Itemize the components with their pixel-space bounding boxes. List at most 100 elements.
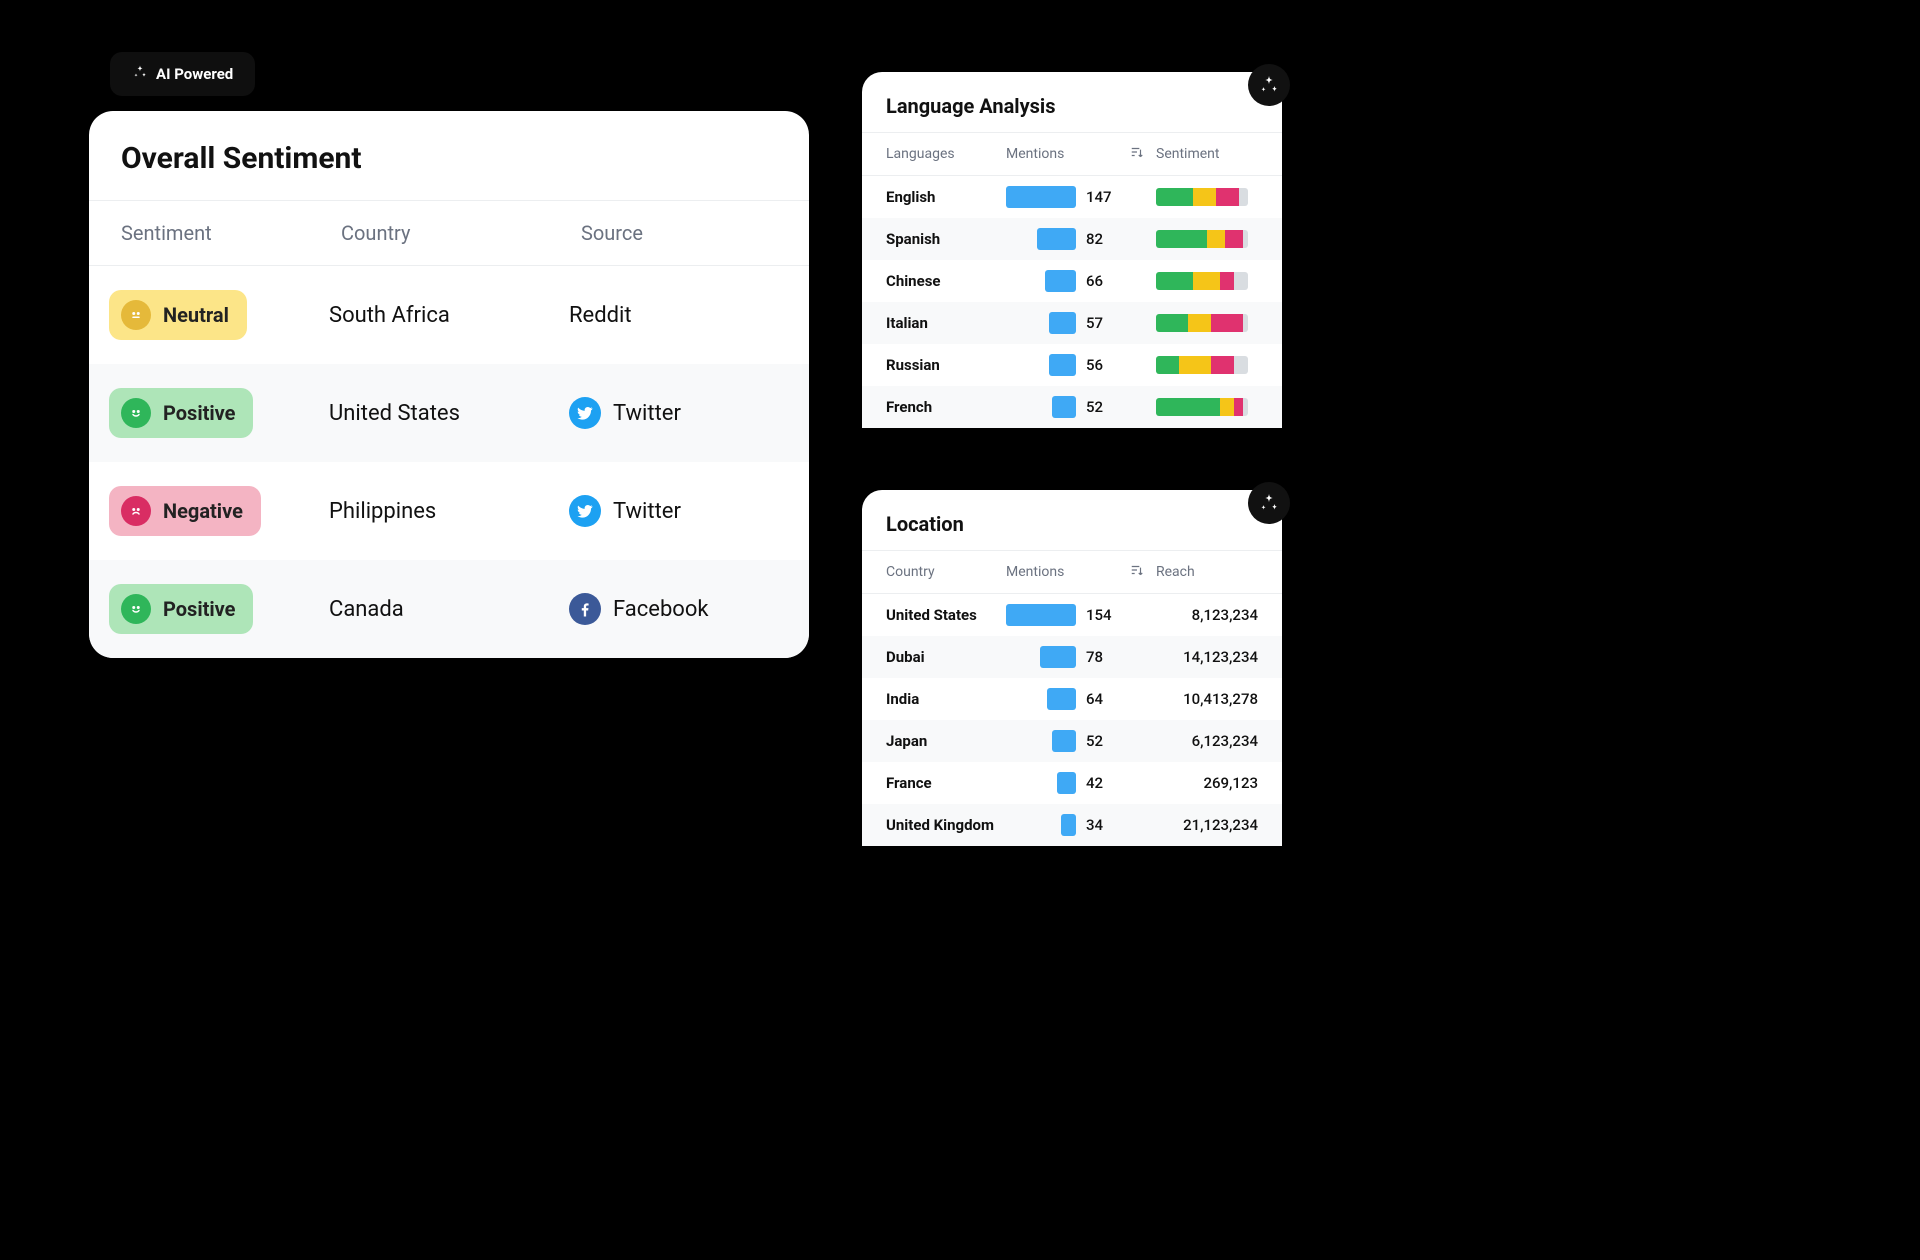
- table-row[interactable]: Italian57: [862, 302, 1282, 344]
- reach-cell: 10,413,278: [1156, 690, 1258, 708]
- overall-sentiment-title: Overall Sentiment: [89, 111, 809, 200]
- source-cell: Twitter: [569, 495, 789, 527]
- language-analysis-card: Language Analysis Languages Mentions Sen…: [862, 72, 1282, 428]
- mentions-cell: 56: [1006, 354, 1156, 376]
- table-row[interactable]: Chinese66: [862, 260, 1282, 302]
- reach-cell: 6,123,234: [1156, 732, 1258, 750]
- sort-icon: [1130, 563, 1144, 581]
- mentions-cell: 52: [1006, 396, 1156, 418]
- table-row[interactable]: France42269,123: [862, 762, 1282, 804]
- country-name: India: [886, 690, 1006, 708]
- sparkle-icon: [132, 64, 148, 84]
- facebook-icon: [569, 593, 601, 625]
- table-row[interactable]: Positive United States Twitter: [89, 364, 809, 462]
- mentions-cell: 52: [1006, 730, 1156, 752]
- source-label: Twitter: [613, 401, 681, 426]
- mentions-cell: 154: [1006, 604, 1156, 626]
- mentions-cell: 42: [1006, 772, 1156, 794]
- header-reach[interactable]: Reach: [1156, 564, 1258, 580]
- ai-powered-label: AI Powered: [156, 65, 233, 83]
- country-name: France: [886, 774, 1006, 792]
- table-row[interactable]: Spanish82: [862, 218, 1282, 260]
- table-row[interactable]: Japan526,123,234: [862, 720, 1282, 762]
- sentiment-bar: [1156, 272, 1248, 290]
- country-cell: Canada: [329, 597, 569, 622]
- sentiment-bar: [1156, 230, 1248, 248]
- mentions-cell: 147: [1006, 186, 1156, 208]
- reach-cell: 14,123,234: [1156, 648, 1258, 666]
- mentions-cell: 66: [1006, 270, 1156, 292]
- table-row[interactable]: United States1548,123,234: [862, 594, 1282, 636]
- table-row[interactable]: Positive Canada Facebook: [89, 560, 809, 658]
- language-name: Italian: [886, 314, 1006, 332]
- sentiment-label: Positive: [163, 597, 235, 621]
- face-neutral-icon: [121, 300, 151, 330]
- source-label: Facebook: [613, 597, 709, 622]
- twitter-icon: [569, 397, 601, 429]
- location-header-row: Country Mentions Reach: [862, 550, 1282, 594]
- header-mentions[interactable]: Mentions: [1006, 145, 1156, 163]
- sentiment-bar: [1156, 188, 1248, 206]
- table-row[interactable]: Russian56: [862, 344, 1282, 386]
- mentions-cell: 78: [1006, 646, 1156, 668]
- sentiment-bar: [1156, 398, 1248, 416]
- sentiment-pill: Neutral: [109, 290, 247, 340]
- country-cell: South Africa: [329, 303, 569, 328]
- header-languages[interactable]: Languages: [886, 146, 1006, 162]
- reach-cell: 21,123,234: [1156, 816, 1258, 834]
- face-negative-icon: [121, 496, 151, 526]
- sparkle-icon: [1248, 64, 1290, 106]
- overall-header-row: Sentiment Country Source: [89, 200, 809, 266]
- source-label: Reddit: [569, 303, 632, 328]
- language-name: Russian: [886, 356, 1006, 374]
- mentions-cell: 82: [1006, 228, 1156, 250]
- sentiment-pill: Positive: [109, 388, 253, 438]
- sentiment-bar: [1156, 314, 1248, 332]
- source-cell: Facebook: [569, 593, 789, 625]
- sentiment-label: Positive: [163, 401, 235, 425]
- table-row[interactable]: English147: [862, 176, 1282, 218]
- source-cell: Twitter: [569, 397, 789, 429]
- sentiment-pill: Positive: [109, 584, 253, 634]
- source-label: Twitter: [613, 499, 681, 524]
- reach-cell: 8,123,234: [1156, 606, 1258, 624]
- table-row[interactable]: French52: [862, 386, 1282, 428]
- language-name: Chinese: [886, 272, 1006, 290]
- country-cell: United States: [329, 401, 569, 426]
- table-row[interactable]: India6410,413,278: [862, 678, 1282, 720]
- header-sentiment[interactable]: Sentiment: [1156, 146, 1258, 162]
- header-source[interactable]: Source: [581, 221, 777, 245]
- mentions-cell: 34: [1006, 814, 1156, 836]
- country-cell: Philippines: [329, 499, 569, 524]
- source-cell: Reddit: [569, 303, 789, 328]
- location-card: Location Country Mentions Reach United S…: [862, 490, 1282, 846]
- header-country[interactable]: Country: [886, 564, 1006, 580]
- mentions-cell: 64: [1006, 688, 1156, 710]
- country-name: United States: [886, 606, 1006, 624]
- sentiment-label: Negative: [163, 499, 243, 523]
- table-row[interactable]: Dubai7814,123,234: [862, 636, 1282, 678]
- language-name: Spanish: [886, 230, 1006, 248]
- sentiment-bar: [1156, 356, 1248, 374]
- table-row[interactable]: United Kingdom3421,123,234: [862, 804, 1282, 846]
- sparkle-icon: [1248, 482, 1290, 524]
- header-mentions[interactable]: Mentions: [1006, 563, 1156, 581]
- country-name: United Kingdom: [886, 816, 1006, 834]
- header-sentiment[interactable]: Sentiment: [121, 221, 341, 245]
- mentions-cell: 57: [1006, 312, 1156, 334]
- overall-sentiment-card: Overall Sentiment Sentiment Country Sour…: [89, 111, 809, 658]
- language-analysis-title: Language Analysis: [862, 72, 1282, 132]
- table-row[interactable]: Negative Philippines Twitter: [89, 462, 809, 560]
- ai-powered-badge: AI Powered: [110, 52, 255, 96]
- face-positive-icon: [121, 398, 151, 428]
- twitter-icon: [569, 495, 601, 527]
- location-title: Location: [862, 490, 1282, 550]
- sort-icon: [1130, 145, 1144, 163]
- face-positive-icon: [121, 594, 151, 624]
- header-country[interactable]: Country: [341, 221, 581, 245]
- language-header-row: Languages Mentions Sentiment: [862, 132, 1282, 176]
- reach-cell: 269,123: [1156, 774, 1258, 792]
- language-name: English: [886, 188, 1006, 206]
- table-row[interactable]: Neutral South AfricaReddit: [89, 266, 809, 364]
- country-name: Dubai: [886, 648, 1006, 666]
